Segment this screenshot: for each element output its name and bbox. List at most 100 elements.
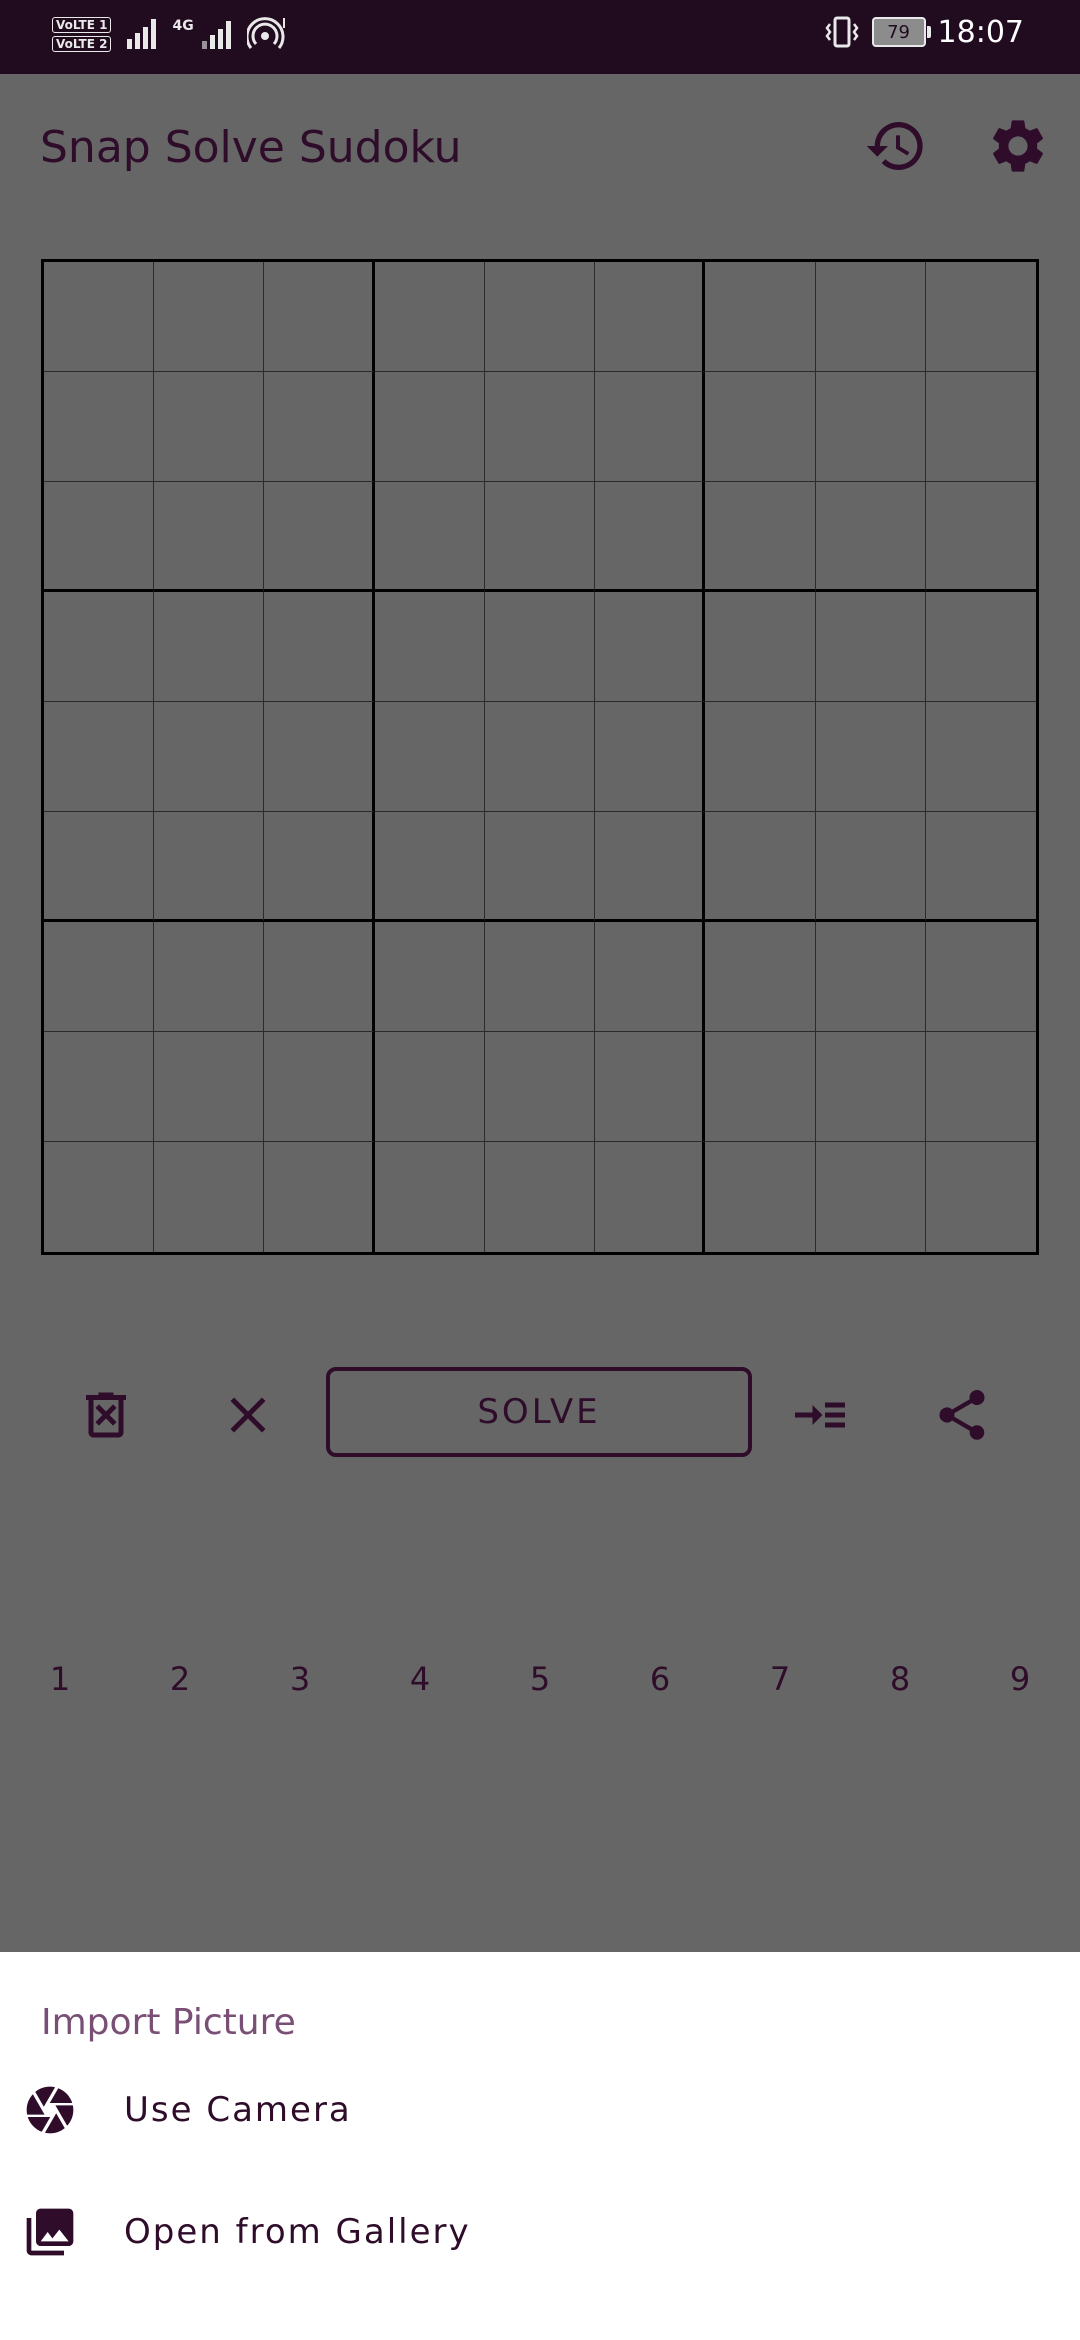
number-key-5[interactable]: 5 <box>510 1660 570 1698</box>
sudoku-cell[interactable] <box>264 592 375 702</box>
number-key-8[interactable]: 8 <box>870 1660 930 1698</box>
sudoku-cell[interactable] <box>485 1142 596 1252</box>
use-camera-option[interactable]: Use Camera <box>0 2060 1080 2160</box>
sudoku-cell[interactable] <box>374 812 485 922</box>
sudoku-cell[interactable] <box>44 1142 155 1252</box>
sudoku-cell[interactable] <box>484 702 596 812</box>
sudoku-cell[interactable] <box>375 1142 485 1252</box>
sudoku-cell[interactable] <box>374 482 485 592</box>
number-key-4[interactable]: 4 <box>390 1660 450 1698</box>
sudoku-cell[interactable] <box>44 1032 155 1142</box>
sudoku-cell[interactable] <box>815 922 926 1032</box>
number-key-2[interactable]: 2 <box>150 1660 210 1698</box>
sudoku-cell[interactable] <box>264 1032 375 1142</box>
sudoku-cell[interactable] <box>815 1032 926 1142</box>
insert-icon[interactable] <box>790 1385 850 1445</box>
sudoku-cell[interactable] <box>595 482 706 592</box>
history-icon[interactable] <box>864 114 928 178</box>
sudoku-cell[interactable] <box>925 262 1036 372</box>
number-key-3[interactable]: 3 <box>270 1660 330 1698</box>
sudoku-cell[interactable] <box>264 1142 375 1252</box>
sudoku-cell[interactable] <box>264 262 375 372</box>
sudoku-cell[interactable] <box>595 922 706 1032</box>
sudoku-cell[interactable] <box>705 1142 816 1252</box>
sudoku-cell[interactable] <box>154 702 265 812</box>
number-key-6[interactable]: 6 <box>630 1660 690 1698</box>
sudoku-cell[interactable] <box>484 922 596 1032</box>
settings-icon[interactable] <box>986 114 1050 178</box>
sudoku-cell[interactable] <box>595 262 706 372</box>
sudoku-cell[interactable] <box>44 812 155 922</box>
sudoku-cell[interactable] <box>595 592 706 702</box>
sudoku-cell[interactable] <box>595 1142 706 1252</box>
share-icon[interactable] <box>932 1385 992 1445</box>
sudoku-cell[interactable] <box>705 1032 816 1142</box>
sudoku-cell[interactable] <box>154 262 265 372</box>
solve-button[interactable]: SOLVE <box>326 1367 752 1457</box>
sudoku-cell[interactable] <box>925 702 1036 812</box>
sudoku-cell[interactable] <box>925 482 1036 592</box>
sudoku-cell[interactable] <box>374 592 485 702</box>
sudoku-cell[interactable] <box>815 372 926 482</box>
sudoku-cell[interactable] <box>595 812 706 922</box>
sudoku-cell[interactable] <box>705 922 816 1032</box>
sudoku-cell[interactable] <box>595 1032 706 1142</box>
sudoku-cell[interactable] <box>264 702 375 812</box>
sudoku-cell[interactable] <box>926 1142 1036 1252</box>
sudoku-cell[interactable] <box>815 482 926 592</box>
sudoku-cell[interactable] <box>484 1032 596 1142</box>
clear-icon[interactable] <box>218 1385 278 1445</box>
sudoku-cell[interactable] <box>705 812 816 922</box>
sudoku-cell[interactable] <box>925 922 1036 1032</box>
status-bar-left: VoLTE 1 VoLTE 2 4G <box>52 14 287 54</box>
sudoku-cell[interactable] <box>484 812 596 922</box>
sudoku-cell[interactable] <box>154 1032 265 1142</box>
sudoku-cell[interactable] <box>44 702 155 812</box>
sudoku-cell[interactable] <box>705 702 816 812</box>
delete-icon[interactable] <box>76 1385 136 1445</box>
sudoku-cell[interactable] <box>374 262 485 372</box>
number-key-1[interactable]: 1 <box>30 1660 90 1698</box>
sudoku-cell[interactable] <box>705 262 816 372</box>
sudoku-cell[interactable] <box>815 262 926 372</box>
sudoku-cell[interactable] <box>484 592 596 702</box>
sudoku-cell[interactable] <box>374 1032 485 1142</box>
sudoku-cell[interactable] <box>484 482 596 592</box>
sudoku-cell[interactable] <box>705 372 816 482</box>
sudoku-cell[interactable] <box>816 1142 926 1252</box>
sudoku-cell[interactable] <box>595 372 706 482</box>
sudoku-cell[interactable] <box>484 262 596 372</box>
sudoku-cell[interactable] <box>154 372 265 482</box>
sudoku-cell[interactable] <box>264 372 375 482</box>
sudoku-cell[interactable] <box>595 702 706 812</box>
sudoku-cell[interactable] <box>925 592 1036 702</box>
sudoku-cell[interactable] <box>154 922 265 1032</box>
sudoku-cell[interactable] <box>44 482 155 592</box>
open-from-gallery-option[interactable]: Open from Gallery <box>0 2182 1080 2282</box>
sudoku-cell[interactable] <box>44 922 155 1032</box>
sudoku-cell[interactable] <box>925 1032 1036 1142</box>
sudoku-cell[interactable] <box>154 592 265 702</box>
sudoku-cell[interactable] <box>154 482 265 592</box>
sudoku-cell[interactable] <box>154 812 265 922</box>
sudoku-cell[interactable] <box>815 702 926 812</box>
sudoku-cell[interactable] <box>815 592 926 702</box>
sudoku-cell[interactable] <box>44 592 155 702</box>
sudoku-cell[interactable] <box>705 592 816 702</box>
sudoku-cell[interactable] <box>264 812 375 922</box>
sudoku-cell[interactable] <box>44 372 155 482</box>
sudoku-cell[interactable] <box>374 372 485 482</box>
sudoku-cell[interactable] <box>374 702 485 812</box>
number-key-7[interactable]: 7 <box>750 1660 810 1698</box>
sudoku-cell[interactable] <box>264 922 375 1032</box>
sudoku-cell[interactable] <box>925 812 1036 922</box>
sudoku-cell[interactable] <box>374 922 485 1032</box>
sudoku-cell[interactable] <box>705 482 816 592</box>
sudoku-cell[interactable] <box>925 372 1036 482</box>
sudoku-cell[interactable] <box>44 262 155 372</box>
sudoku-cell[interactable] <box>154 1142 265 1252</box>
sudoku-cell[interactable] <box>484 372 596 482</box>
sudoku-cell[interactable] <box>264 482 375 592</box>
sudoku-cell[interactable] <box>815 812 926 922</box>
number-key-9[interactable]: 9 <box>990 1660 1050 1698</box>
